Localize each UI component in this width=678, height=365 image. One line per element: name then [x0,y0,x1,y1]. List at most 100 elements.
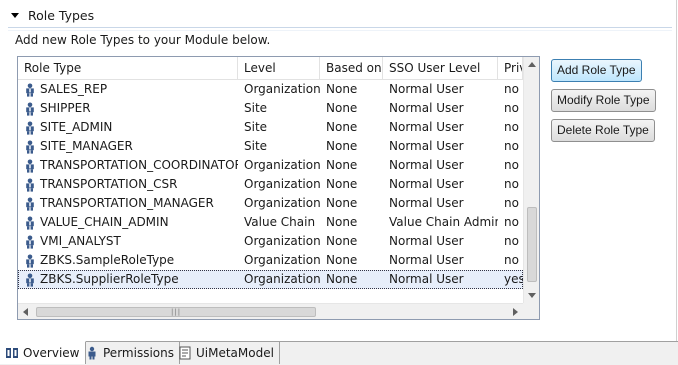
cell-sso-user-level: Normal User [389,101,464,115]
cell-based-on: None [326,215,358,229]
scroll-corner [523,303,539,319]
cell-sso-user-level: Value Chain Admin [389,215,498,229]
column-header-level[interactable]: Level [238,57,320,80]
cell-level: Organization [244,234,320,248]
section-divider [8,27,672,28]
cell-role-type: TRANSPORTATION_COORDINATOR [18,156,238,175]
scroll-grip-icon: ||| [171,308,182,316]
cell-priv: no [504,196,519,210]
person-icon [26,140,34,154]
vertical-scroll-thumb[interactable] [527,207,537,282]
cell-priv: no [504,101,519,115]
cell-role-type: SITE_ADMIN [18,118,238,137]
scroll-left-arrow-icon[interactable] [23,308,28,316]
cell-level: Site [244,120,268,134]
column-header-priv[interactable]: Priv [498,57,523,80]
add-role-type-button[interactable]: Add Role Type [551,59,642,82]
cell-sso-user-level: Normal User [389,82,464,96]
role-type-label: VMI_ANALYST [40,234,121,248]
column-header-sso-user-level[interactable]: SSO User Level [383,57,498,80]
scroll-right-arrow-icon[interactable] [513,308,518,316]
role-types-table[interactable]: Role Type Level Based on SSO User Level … [17,56,540,320]
person-icon [26,254,34,268]
cell-priv: no [504,253,519,267]
table-row[interactable]: VALUE_CHAIN_ADMIN Value Chain None Value Ch… [18,213,523,232]
tab-overview[interactable]: Overview [0,341,86,364]
person-icon [26,273,34,287]
cell-role-type: SHIPPER [18,99,238,118]
cell-role-type: SALES_REP [18,80,238,99]
table-row[interactable]: SALES_REP Organization None Normal User no [18,80,523,99]
cell-based-on: None [326,101,358,115]
cell-based-on: None [326,120,358,134]
editor-tab-bar: Overview Permissions UiMetaModel [0,341,678,365]
cell-based-on: None [326,272,358,286]
role-type-label: ZBKS.SupplierRoleType [40,272,179,286]
cell-priv: no [504,120,519,134]
cell-level: Organization [244,82,320,96]
role-type-label: SALES_REP [40,82,108,96]
table-row[interactable]: ZBKS.SupplierRoleType Organization None Nor… [18,270,523,289]
table-body: SALES_REP Organization None Normal User no SH… [18,80,523,289]
table-row[interactable]: SITE_MANAGER Site None Normal User no [18,137,523,156]
scroll-up-arrow-icon[interactable] [528,62,536,67]
cell-role-type: ZBKS.SampleRoleType [18,251,238,270]
person-icon [26,178,34,192]
cell-priv: no [504,139,519,153]
delete-role-type-button[interactable]: Delete Role Type [551,119,655,142]
cell-based-on: None [326,177,358,191]
cell-priv: no [504,234,519,248]
table-row[interactable]: TRANSPORTATION_MANAGER Organization None No… [18,194,523,213]
person-icon [26,83,34,97]
role-type-label: TRANSPORTATION_COORDINATOR [40,158,238,172]
cell-level: Organization [244,158,320,172]
tab-label: Permissions [103,346,174,360]
tab-uimetamodel[interactable]: UiMetaModel [173,342,280,364]
section-header-role-types[interactable]: Role Types [0,0,678,30]
tab-label: Overview [23,346,80,360]
overview-icon [6,348,18,358]
table-row[interactable]: ZBKS.SampleRoleType Organization None Norma… [18,251,523,270]
cell-priv: yes [504,272,523,286]
cell-role-type: SITE_MANAGER [18,137,238,156]
table-row[interactable]: SHIPPER Site None Normal User no [18,99,523,118]
cell-sso-user-level: Normal User [389,253,464,267]
cell-based-on: None [326,253,358,267]
column-header-role-type[interactable]: Role Type [18,57,238,80]
role-type-label: SHIPPER [40,101,91,115]
cell-role-type: VMI_ANALYST [18,232,238,251]
person-icon [26,159,34,173]
cell-priv: no [504,82,519,96]
cell-based-on: None [326,158,358,172]
cell-based-on: None [326,82,358,96]
person-icon [88,346,96,360]
vertical-scrollbar[interactable] [523,57,539,303]
cell-role-type: TRANSPORTATION_CSR [18,175,238,194]
modify-role-type-button[interactable]: Modify Role Type [551,89,656,112]
tab-permissions[interactable]: Permissions [80,342,180,364]
cell-priv: no [504,215,519,229]
table-row[interactable]: SITE_ADMIN Site None Normal User no [18,118,523,137]
horizontal-scrollbar[interactable]: ||| [18,303,523,319]
cell-sso-user-level: Normal User [389,158,464,172]
cell-level: Site [244,101,268,115]
cell-level: Organization [244,272,320,286]
cell-level: Site [244,139,268,153]
cell-role-type: VALUE_CHAIN_ADMIN [18,213,238,232]
section-description: Add new Role Types to your Module below. [15,33,271,47]
column-header-based-on[interactable]: Based on [320,57,383,80]
scroll-down-arrow-icon[interactable] [528,293,536,298]
document-icon [179,346,191,360]
role-type-label: TRANSPORTATION_MANAGER [40,196,214,210]
table-row[interactable]: TRANSPORTATION_CSR Organization None Normal… [18,175,523,194]
editor-border [676,0,677,341]
cell-priv: no [504,158,519,172]
table-row[interactable]: TRANSPORTATION_COORDINATOR Organization No… [18,156,523,175]
person-icon [26,197,34,211]
cell-sso-user-level: Normal User [389,177,464,191]
section-title: Role Types [28,7,95,23]
table-row[interactable]: VMI_ANALYST Organization None Normal User no [18,232,523,251]
cell-based-on: None [326,196,358,210]
expand-collapse-icon[interactable] [10,10,20,20]
cell-based-on: None [326,234,358,248]
